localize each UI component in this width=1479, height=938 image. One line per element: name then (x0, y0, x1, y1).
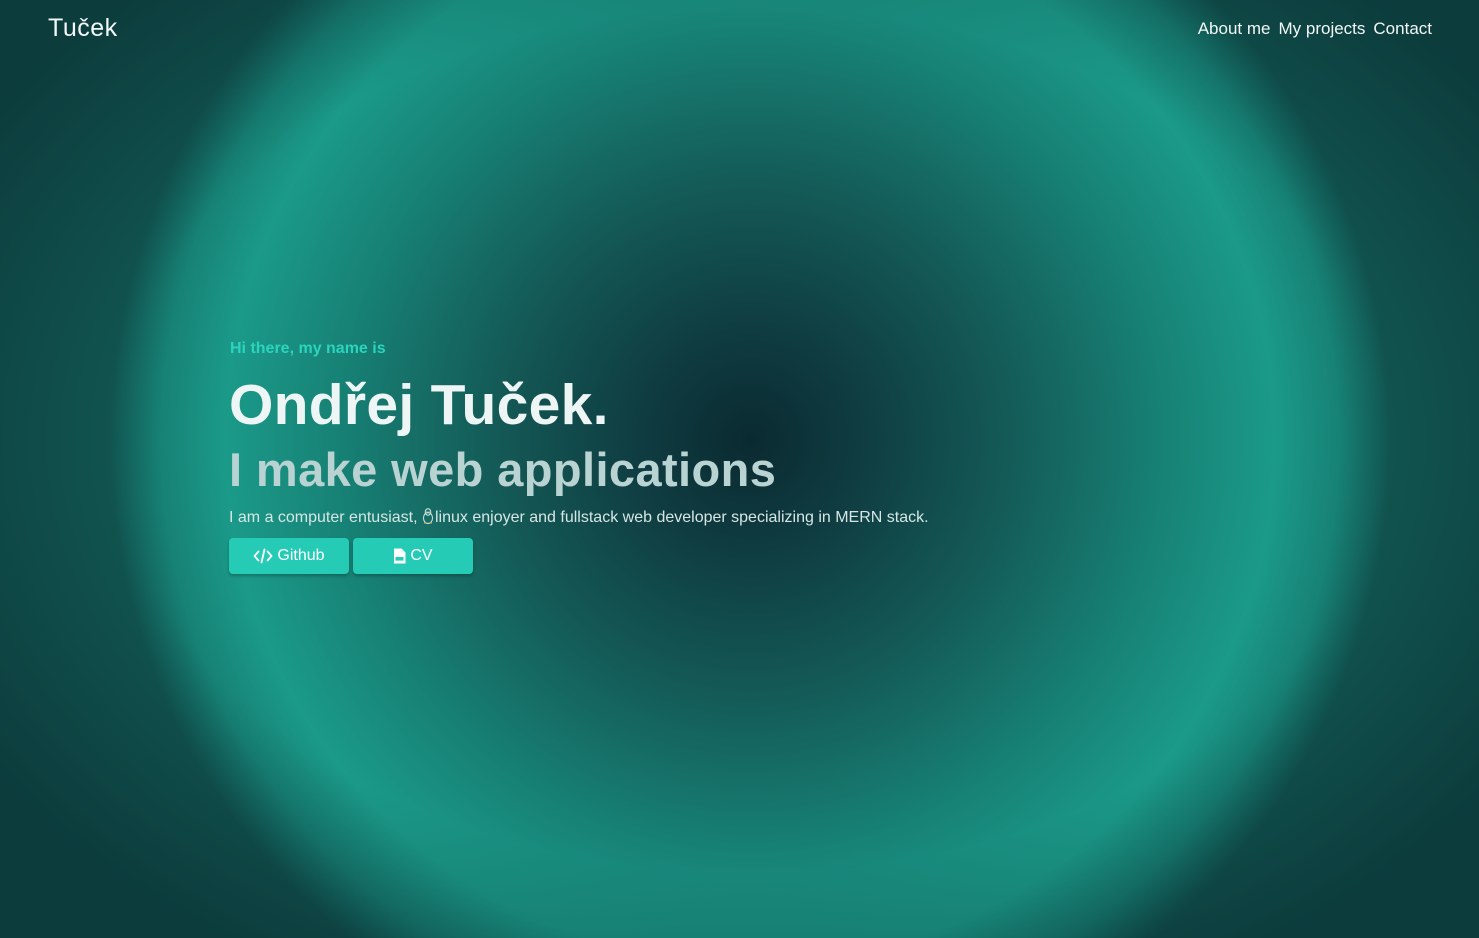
hero-description: I am a computer entusiast, linux enjoyer… (229, 506, 979, 530)
hero-buttons: Github CV (229, 538, 989, 574)
hero-tagline: I make web applications (229, 443, 777, 496)
cv-button[interactable]: CV (353, 538, 473, 574)
brand-logo-link[interactable]: Tuček (48, 14, 118, 43)
hero-greeting: Hi there, my name is (230, 340, 386, 357)
hero-section: Hi there, my name is Ondřej Tuček. I mak… (229, 338, 989, 574)
nav-link-about-me[interactable]: About me (1198, 19, 1271, 39)
hero-description-part-1: I am a computer entusiast, (229, 509, 422, 526)
nav-link-contact[interactable]: Contact (1373, 19, 1432, 39)
github-button-label: Github (277, 547, 325, 564)
code-icon (254, 548, 273, 564)
top-navbar: Tuček About me My projects Contact (0, 0, 1479, 60)
nav-links: About me My projects Contact (1198, 19, 1432, 39)
linux-tux-icon (422, 508, 433, 524)
pdf-file-icon (394, 548, 406, 564)
cv-button-label: CV (410, 547, 433, 564)
hero-description-part-2: linux enjoyer and fullstack web develope… (434, 509, 929, 526)
nav-link-my-projects[interactable]: My projects (1278, 19, 1365, 39)
hero-name: Ondřej Tuček. (229, 373, 609, 437)
github-button[interactable]: Github (229, 538, 349, 574)
